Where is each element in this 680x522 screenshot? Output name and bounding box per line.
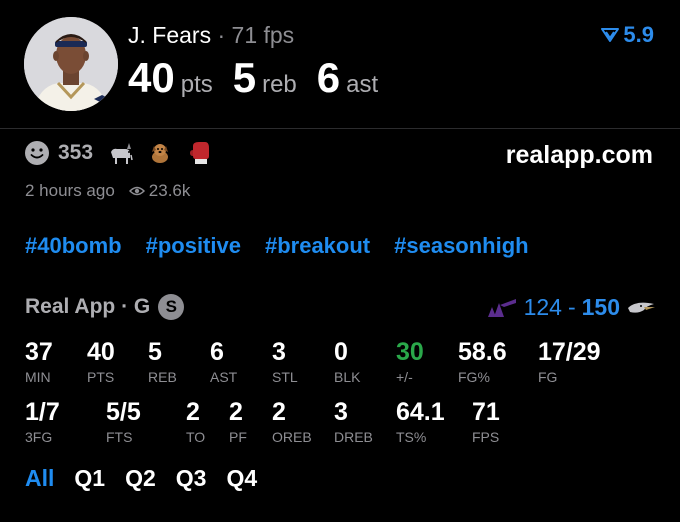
boxing-glove-icon[interactable] (187, 140, 213, 166)
stat-dreb: 3 DREB (334, 398, 373, 445)
tab-q4[interactable]: Q4 (226, 465, 257, 492)
ast-value: 6 (316, 54, 341, 101)
stat-label: FTS (106, 429, 133, 445)
stat-3fg: 1/7 3FG (25, 398, 60, 445)
tab-q2[interactable]: Q2 (125, 465, 156, 492)
stat-label: MIN (25, 369, 51, 385)
stat-value: 64.1 (396, 398, 445, 426)
stat-ts-pct: 64.1 TS% (396, 398, 445, 445)
stat-label: 3FG (25, 429, 53, 445)
stat-fts: 5/5 FTS (106, 398, 141, 445)
starter-badge: S (158, 294, 185, 320)
stat-value: 2 (229, 398, 243, 426)
stat-value: 6 (210, 338, 224, 366)
score-home: 150 (581, 294, 620, 320)
reaction-count: 353 (58, 141, 94, 164)
quarter-tabs: All Q1 Q2 Q3 Q4 (25, 465, 257, 492)
post-meta: 2 hours ago 23.6k (25, 181, 190, 201)
stat-blk: 0 BLK (334, 338, 360, 385)
stat-ast: 6 AST (210, 338, 237, 385)
stat-fps: 71 FPS (472, 398, 500, 445)
stat-stl: 3 STL (272, 338, 298, 385)
hashtag-list: #40bomb #positive #breakout #seasonhigh (25, 233, 529, 259)
stat-value: 0 (334, 338, 348, 366)
player-header-line: J. Fears · 71 fps (128, 22, 294, 49)
hashtag-positive[interactable]: #positive (146, 233, 241, 259)
view-count-value: 23.6k (148, 181, 191, 200)
stat-value: 5 (148, 338, 162, 366)
game-score[interactable]: 124 - 150 (486, 294, 656, 321)
stat-to: 2 TO (186, 398, 205, 445)
stat-label: TS% (396, 429, 427, 445)
stat-value: 71 (472, 398, 500, 426)
stat-fg: 17/29 FG (538, 338, 601, 385)
player-rating[interactable]: 5.9 (601, 22, 654, 48)
stat-label: AST (210, 369, 238, 385)
eye-icon (128, 186, 145, 196)
stat-value: 3 (334, 398, 348, 426)
stat-pf: 2 PF (229, 398, 247, 445)
stat-label: +/- (396, 369, 413, 385)
tab-all[interactable]: All (25, 465, 54, 492)
reactions-bar: 353 (24, 140, 213, 166)
stat-fg-pct: 58.6 FG% (458, 338, 507, 385)
stat-value: 5/5 (106, 398, 141, 426)
headline-statline: 40 pts 5 reb 6 ast (128, 54, 398, 102)
goat-icon[interactable] (107, 140, 133, 166)
rating-value: 5.9 (623, 22, 654, 47)
divider (0, 128, 680, 129)
stat-min: 37 MIN (25, 338, 53, 385)
stat-label: TO (186, 429, 206, 445)
stat-label: FG (538, 369, 558, 385)
stat-label: BLK (334, 369, 361, 385)
rating-filter-icon (601, 28, 620, 42)
separator-dot: · (217, 22, 226, 48)
pts-value: 40 (128, 54, 175, 101)
stat-value: 40 (87, 338, 115, 366)
stat-value: 3 (272, 338, 286, 366)
post-time: 2 hours ago (25, 181, 115, 200)
score-away: 124 (523, 294, 562, 320)
game-source-label: Real App · G (25, 295, 151, 318)
score-separator: - (567, 294, 576, 320)
stat-value: 1/7 (25, 398, 60, 426)
player-name[interactable]: J. Fears (128, 22, 211, 48)
tab-q3[interactable]: Q3 (176, 465, 207, 492)
tab-q1[interactable]: Q1 (74, 465, 105, 492)
smiley-face-icon[interactable] (24, 140, 50, 166)
ast-unit: ast (346, 71, 379, 98)
fantasy-points: 71 fps (231, 22, 295, 48)
reb-unit: reb (262, 71, 297, 98)
stat-value: 37 (25, 338, 53, 366)
reb-value: 5 (232, 54, 257, 101)
pts-unit: pts (180, 71, 213, 98)
pelicans-logo-icon (628, 302, 655, 313)
stat-reb: 5 REB (148, 338, 177, 385)
stat-label: REB (148, 369, 177, 385)
stat-pts: 40 PTS (87, 338, 115, 385)
view-count: 23.6k (128, 181, 191, 201)
stat-label: OREB (272, 429, 312, 445)
stat-label: FPS (472, 429, 500, 445)
dog-icon[interactable] (147, 140, 173, 166)
hashtag-40bomb[interactable]: #40bomb (25, 233, 122, 259)
stat-label: PTS (87, 369, 115, 385)
stat-label: DREB (334, 429, 373, 445)
hashtag-breakout[interactable]: #breakout (265, 233, 370, 259)
stat-value: 2 (186, 398, 200, 426)
game-source-row[interactable]: Real App · G S (25, 294, 185, 320)
jazz-logo-icon (487, 298, 516, 317)
stat-value: 2 (272, 398, 286, 426)
stat-value: 17/29 (538, 338, 601, 366)
stat-label: STL (272, 369, 298, 385)
stat-plus-minus: 30 +/- (396, 338, 424, 385)
stat-value: 58.6 (458, 338, 507, 366)
stat-label: PF (229, 429, 247, 445)
stat-value: 30 (396, 338, 424, 366)
hashtag-seasonhigh[interactable]: #seasonhigh (394, 233, 528, 259)
stat-oreb: 2 OREB (272, 398, 312, 445)
stat-label: FG% (458, 369, 490, 385)
site-link[interactable]: realapp.com (506, 141, 653, 170)
player-avatar[interactable] (24, 17, 118, 111)
